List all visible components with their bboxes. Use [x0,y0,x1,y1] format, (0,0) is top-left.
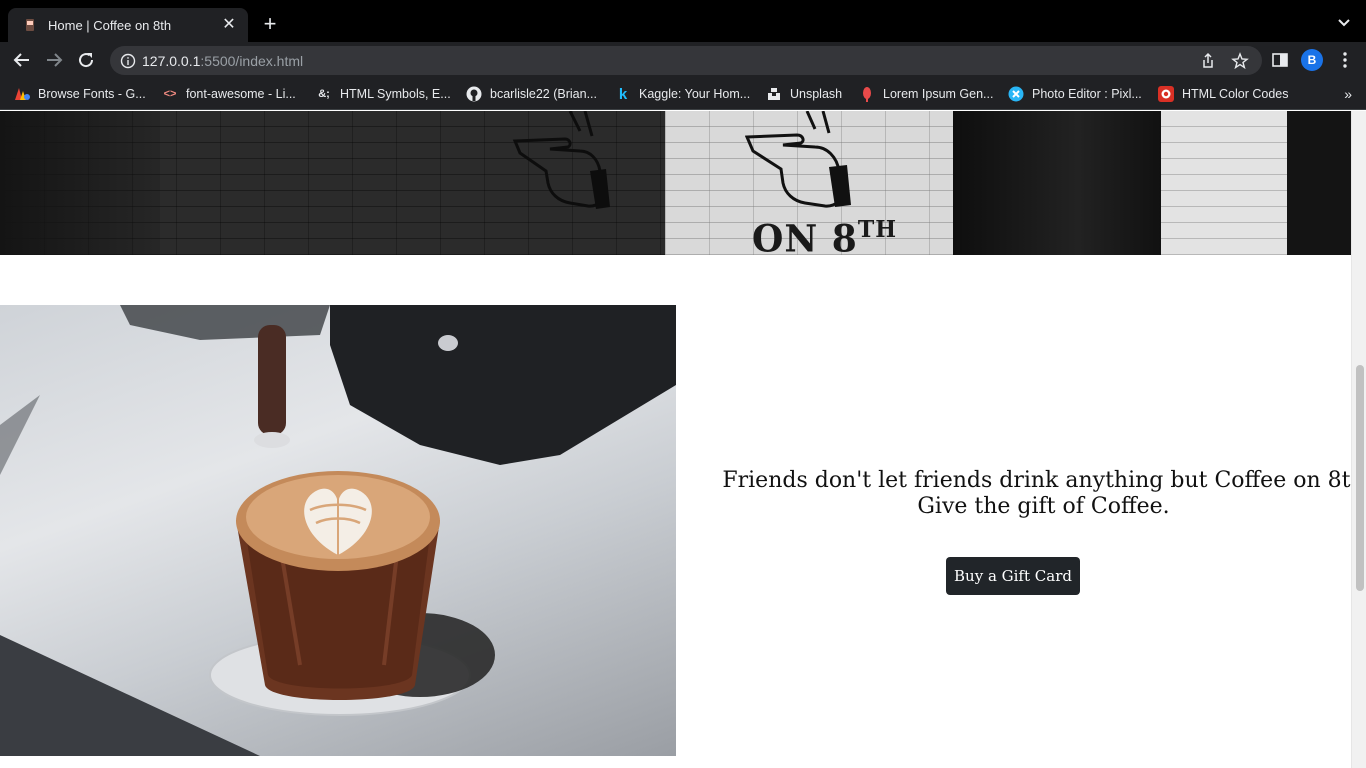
back-arrow-icon[interactable] [10,48,34,72]
hero-sign-text: ON 8TH [752,216,897,255]
bookmark-html-symbols[interactable]: &; HTML Symbols, E... [316,85,451,103]
pointing-hand-icon-2 [745,111,851,208]
bookmark-label: HTML Symbols, E... [340,87,451,101]
bookmark-label: Photo Editor : Pixl... [1032,87,1142,101]
brick-wall-right [1161,111,1287,255]
gift-tagline: Friends don't let friends drink anything… [722,468,1365,493]
bookmark-label: font-awesome - Li... [186,87,296,101]
bookmark-lorem-ipsum[interactable]: Lorem Ipsum Gen... [859,85,993,103]
buy-gift-card-button[interactable]: Buy a Gift Card [946,557,1080,595]
bookmark-label: Browse Fonts - G... [38,87,146,101]
google-fonts-icon [14,86,30,102]
forward-arrow-icon[interactable] [42,48,66,72]
profile-avatar[interactable]: B [1301,49,1323,71]
bookmark-github[interactable]: bcarlisle22 (Brian... [466,85,597,103]
url-host: 127.0.0.1 [142,53,201,69]
pointing-hand-icon [512,111,610,209]
bookmark-label: HTML Color Codes [1182,87,1289,101]
hero-banner-image: ON 8TH [0,111,1351,255]
github-icon [466,86,482,102]
kaggle-icon: k [618,85,628,103]
hero-sign-main: ON 8 [752,216,858,255]
coffee-cup-photo [0,305,676,756]
bookmark-font-awesome[interactable]: <> font-awesome - Li... [162,85,296,103]
bookmark-label: Kaggle: Your Hom... [639,87,751,101]
bookmark-pixlr[interactable]: Photo Editor : Pixl... [1008,85,1142,103]
gift-subtitle: Give the gift of Coffee. [917,494,1170,519]
browser-toolbar: 127.0.0.1:5500/index.html B [0,42,1366,78]
bookmark-unsplash[interactable]: Unsplash [766,85,842,103]
bookmark-label: Unsplash [790,87,843,101]
browser-tab[interactable]: Home | Coffee on 8th ✕ [8,8,248,42]
address-bar[interactable]: 127.0.0.1:5500/index.html [110,46,1262,75]
bookmark-star-icon[interactable] [1231,52,1249,70]
dark-edge [1287,111,1351,255]
more-menu-icon[interactable] [1336,51,1354,69]
color-codes-icon [1158,86,1174,102]
coffee-favicon-icon [22,17,38,33]
wall-shadow [0,111,160,255]
reload-icon[interactable] [74,48,98,72]
bookmark-html-color-codes[interactable]: HTML Color Codes [1158,85,1289,103]
url-path: :5500/index.html [200,53,304,69]
url-text: 127.0.0.1:5500/index.html [142,53,303,69]
page-viewport: ON 8TH Friends don't let friends drink a… [0,111,1366,768]
side-panel-icon[interactable] [1271,51,1289,69]
ampersand-icon: &; [318,88,330,100]
code-icon: <> [163,88,177,100]
doorway-shadow [953,111,1161,255]
pixlr-icon [1008,86,1024,102]
new-tab-button[interactable]: + [258,13,282,37]
bookmark-browse-fonts[interactable]: Browse Fonts - G... [14,85,146,103]
browser-tab-strip: Home | Coffee on 8th ✕ + [0,0,1366,42]
gift-card-section: Friends don't let friends drink anything… [676,305,1365,756]
tab-close-icon[interactable]: ✕ [220,16,238,34]
bookmark-kaggle[interactable]: k Kaggle: Your Hom... [615,85,750,103]
bookmark-label: Lorem Ipsum Gen... [883,87,994,101]
bookmarks-bar: Browse Fonts - G... <> font-awesome - Li… [0,78,1366,110]
tab-title: Home | Coffee on 8th [48,17,172,33]
site-info-icon[interactable] [120,53,136,69]
hero-sign-superscript: TH [857,215,898,244]
bookmarks-overflow-button[interactable]: » [1344,86,1352,102]
coffee-photo-illustration [0,305,676,756]
tab-search-chevron-icon[interactable] [1336,14,1352,30]
bookmark-label: bcarlisle22 (Brian... [490,87,597,101]
page-scrollbar[interactable] [1351,111,1366,768]
lorem-icon [859,86,875,102]
scrollbar-thumb[interactable] [1356,365,1364,591]
share-icon[interactable] [1199,52,1217,70]
unsplash-icon [766,86,782,102]
